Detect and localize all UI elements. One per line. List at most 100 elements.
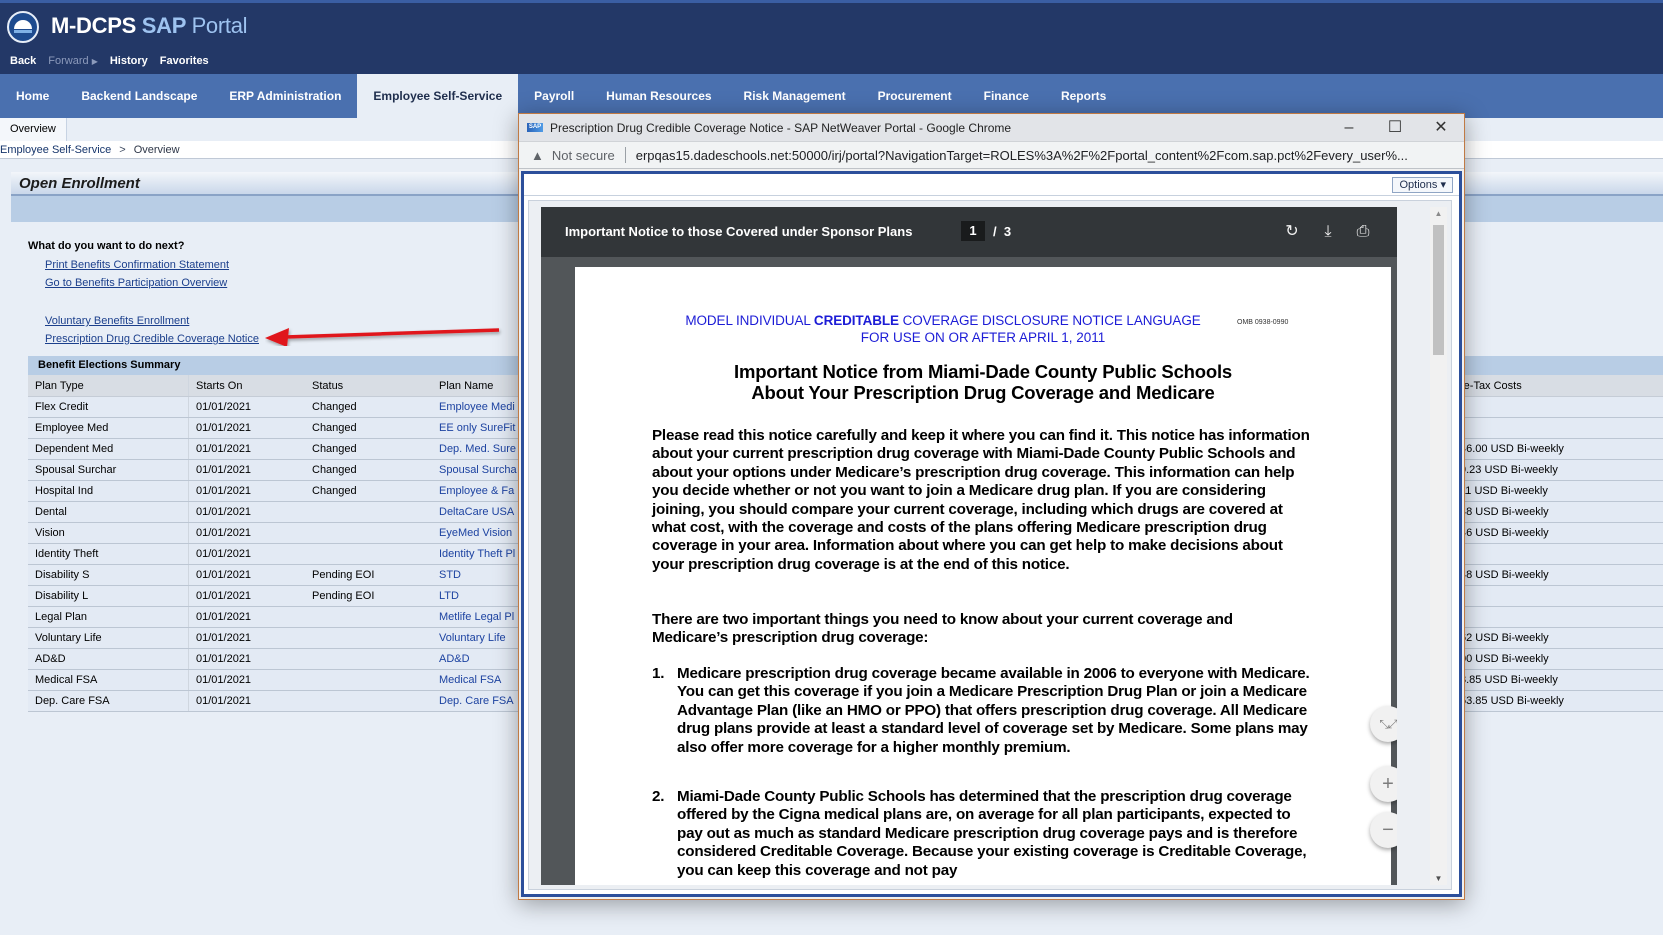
pre-tax-cost-cell: 11 USD Bi-weekly: [1460, 485, 1548, 497]
options-dropdown[interactable]: Options ▾: [1392, 177, 1453, 193]
plan-type-cell: Dental: [28, 502, 189, 522]
brand-portal: Portal: [191, 13, 248, 38]
benefits-participation-overview-link[interactable]: Go to Benefits Participation Overview: [45, 277, 227, 289]
pre-tax-cost-cell: 48 USD Bi-weekly: [1460, 506, 1549, 518]
starts-on-cell: 01/01/2021: [196, 569, 252, 581]
prescription-drug-notice-link[interactable]: Prescription Drug Credible Coverage Noti…: [45, 333, 259, 345]
forward-link[interactable]: Forward ▶: [48, 55, 98, 67]
top-navigation: Home Backend Landscape ERP Administratio…: [0, 74, 1663, 118]
plan-type-cell: Medical FSA: [28, 670, 189, 690]
status-cell: [305, 607, 433, 627]
tab-erp-administration[interactable]: ERP Administration: [213, 74, 357, 118]
url-text[interactable]: erpqas15.dadeschools.net:50000/irj/porta…: [636, 148, 1408, 163]
brand-main: M-DCPS: [51, 13, 136, 38]
tab-finance[interactable]: Finance: [968, 74, 1045, 118]
header-post: COVERAGE DISCLOSURE NOTICE LANGUAGE: [898, 313, 1201, 328]
print-icon[interactable]: ⎙: [1353, 222, 1373, 242]
pre-tax-cost-cell: 46.00 USD Bi-weekly: [1460, 443, 1564, 455]
close-button[interactable]: ✕: [1418, 114, 1464, 141]
scroll-down-icon[interactable]: ▼: [1430, 874, 1447, 883]
red-annotation-arrow-icon: [265, 328, 500, 346]
address-divider: [624, 147, 626, 163]
window-titlebar: SAP Prescription Drug Credible Coverage …: [519, 114, 1464, 141]
window-title: Prescription Drug Credible Coverage Noti…: [550, 120, 1012, 135]
not-secure-label[interactable]: Not secure: [552, 148, 615, 163]
use-date-header: FOR USE ON OR AFTER APRIL 1, 2011: [860, 330, 1106, 345]
scroll-up-icon[interactable]: ▲: [1430, 209, 1447, 218]
starts-on-cell: 01/01/2021: [196, 506, 252, 518]
tab-employee-self-service[interactable]: Employee Self-Service: [357, 74, 519, 118]
forward-arrow-icon: ▶: [91, 57, 98, 66]
plan-type-cell: Employee Med: [28, 418, 189, 438]
tab-home[interactable]: Home: [0, 74, 65, 118]
omb-number: OMB 0938-0990: [1237, 319, 1289, 326]
pre-tax-cost-cell: 3.85 USD Bi-weekly: [1460, 674, 1558, 686]
status-cell: [305, 502, 433, 522]
page-separator: /: [993, 223, 997, 239]
starts-on-cell: 01/01/2021: [196, 443, 252, 455]
pdf-page-viewport[interactable]: MODEL INDIVIDUAL CREDITABLE COVERAGE DIS…: [541, 257, 1397, 885]
two-things-paragraph: There are two important things you need …: [652, 611, 1233, 647]
starts-on-cell: 01/01/2021: [196, 422, 252, 434]
subtab-overview[interactable]: Overview: [0, 118, 67, 141]
sap-favicon-icon: SAP: [527, 123, 543, 132]
history-link[interactable]: History: [110, 55, 148, 67]
intro-paragraph: Please read this notice carefully and ke…: [652, 427, 1310, 573]
list-text: Miami-Dade County Public Schools has det…: [677, 788, 1307, 879]
list-number: 2.: [652, 788, 665, 805]
warning-icon: ▲: [531, 147, 544, 163]
plan-type-cell: Legal Plan: [28, 607, 189, 627]
status-cell: [305, 691, 433, 711]
tab-human-resources[interactable]: Human Resources: [590, 74, 727, 118]
next-steps-question: What do you want to do next?: [28, 240, 185, 252]
list-item-1: 1. Medicare prescription drug coverage b…: [652, 665, 1312, 757]
plan-type-cell: Disability L: [28, 586, 189, 606]
header-pre: MODEL INDIVIDUAL: [685, 313, 814, 328]
plan-type-cell: Voluntary Life: [28, 628, 189, 648]
tab-risk-management[interactable]: Risk Management: [728, 74, 862, 118]
status-cell: [305, 649, 433, 669]
starts-on-cell: 01/01/2021: [196, 548, 252, 560]
pdf-page: MODEL INDIVIDUAL CREDITABLE COVERAGE DIS…: [575, 267, 1391, 885]
list-text: Medicare prescription drug coverage beca…: [677, 665, 1310, 756]
plan-type-cell: Dep. Care FSA: [28, 691, 189, 711]
starts-on-cell: 01/01/2021: [196, 674, 252, 686]
plan-type-cell: Vision: [28, 523, 189, 543]
starts-on-cell: 01/01/2021: [196, 653, 252, 665]
scrollbar-thumb[interactable]: [1433, 225, 1444, 355]
breadcrumb-current: Overview: [133, 144, 180, 156]
brand-sap: SAP: [141, 13, 186, 38]
voluntary-benefits-enrollment-link[interactable]: Voluntary Benefits Enrollment: [45, 315, 189, 327]
plan-type-cell: Spousal Surchar: [28, 460, 189, 480]
rotate-icon[interactable]: ↻: [1282, 222, 1302, 242]
maximize-button[interactable]: ☐: [1372, 114, 1418, 141]
download-icon[interactable]: ⤓: [1318, 222, 1338, 242]
tab-reports[interactable]: Reports: [1045, 74, 1122, 118]
status-cell: Changed: [312, 464, 357, 476]
pre-tax-cost-cell: 53.85 USD Bi-weekly: [1460, 695, 1564, 707]
breadcrumb-parent[interactable]: Employee Self-Service: [0, 144, 111, 156]
status-cell: Pending EOI: [312, 590, 375, 602]
minimize-button[interactable]: –: [1326, 114, 1372, 141]
portal-header: M-DCPS SAP Portal Back Forward ▶ History…: [0, 0, 1663, 74]
starts-on-cell: 01/01/2021: [196, 401, 252, 413]
plan-type-cell: Hospital Ind: [28, 481, 189, 501]
tab-backend-landscape[interactable]: Backend Landscape: [65, 74, 213, 118]
portal-iview-frame: Options ▾ Important Notice to those Cove…: [521, 171, 1462, 897]
page-indicator: 1 / 3: [961, 221, 1011, 241]
back-link[interactable]: Back: [10, 55, 36, 67]
notice-title-line2: About Your Prescription Drug Coverage an…: [751, 382, 1215, 403]
favorites-link[interactable]: Favorites: [160, 55, 209, 67]
tab-procurement[interactable]: Procurement: [862, 74, 968, 118]
vertical-scrollbar[interactable]: ▲ ▼: [1430, 207, 1447, 885]
notice-title: Important Notice from Miami-Dade County …: [575, 361, 1391, 403]
starts-on-cell: 01/01/2021: [196, 590, 252, 602]
tab-payroll[interactable]: Payroll: [518, 74, 590, 118]
print-benefits-confirmation-link[interactable]: Print Benefits Confirmation Statement: [45, 259, 229, 271]
pre-tax-cost-cell: 9.23 USD Bi-weekly: [1460, 464, 1558, 476]
address-bar[interactable]: ▲ Not secure erpqas15.dadeschools.net:50…: [519, 141, 1464, 169]
current-page-input[interactable]: 1: [961, 221, 985, 241]
pdf-toolbar: Important Notice to those Covered under …: [541, 207, 1397, 257]
starts-on-cell: 01/01/2021: [196, 611, 252, 623]
col-pre-tax-costs: re-Tax Costs: [1460, 380, 1522, 392]
